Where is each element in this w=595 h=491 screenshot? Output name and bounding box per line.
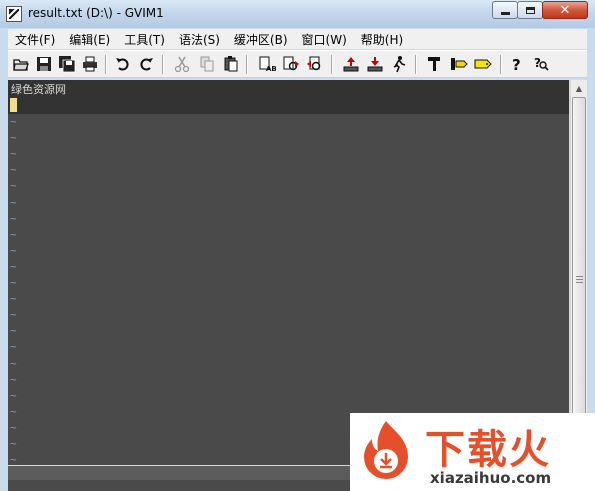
gvim-app-icon[interactable] <box>6 6 22 22</box>
toolbar: AB ? ? <box>8 50 587 78</box>
watermark-site: xiazaihuo.com <box>430 469 552 487</box>
make-icon[interactable] <box>424 54 444 74</box>
find-replace-icon[interactable]: AB <box>257 54 277 74</box>
flame-logo-icon <box>364 421 408 479</box>
empty-line-marker: ~ <box>10 147 17 160</box>
empty-line-marker: ~ <box>10 244 17 257</box>
empty-line-marker: ~ <box>10 340 17 353</box>
empty-line-marker: ~ <box>10 308 17 321</box>
print-icon[interactable] <box>80 54 100 74</box>
text-cursor <box>10 98 17 112</box>
empty-line-marker: ~ <box>10 292 17 305</box>
find-help-icon[interactable]: ? <box>531 54 551 74</box>
menu-window[interactable]: 窗口(W) <box>295 31 354 48</box>
find-prev-icon[interactable] <box>305 54 325 74</box>
empty-line-marker: ~ <box>10 131 17 144</box>
empty-line-marker: ~ <box>10 357 17 370</box>
watermark: 下载火 xiazaihuo.com <box>350 413 595 491</box>
empty-line-marker: ~ <box>10 228 17 241</box>
scrollbar-thumb[interactable] <box>572 97 586 463</box>
watermark-brand: 下载火 <box>425 427 551 473</box>
load-session-icon[interactable] <box>341 54 361 74</box>
copy-icon[interactable] <box>197 54 217 74</box>
empty-line-marker: ~ <box>10 389 17 402</box>
minimize-button[interactable] <box>492 1 518 19</box>
editor-line[interactable]: 绿色资源网 <box>8 80 569 96</box>
cursor-line[interactable] <box>8 96 569 114</box>
menu-bar: 文件(F) 编辑(E) 工具(T) 语法(S) 缓冲区(B) 窗口(W) 帮助(… <box>8 29 587 49</box>
jump-tag-icon[interactable] <box>473 54 493 74</box>
grip-icon <box>576 276 583 283</box>
maximize-icon <box>525 6 535 14</box>
paste-icon[interactable] <box>221 54 241 74</box>
empty-line-marker: ~ <box>10 405 17 418</box>
save-session-icon[interactable] <box>365 54 385 74</box>
menu-buffers[interactable]: 缓冲区(B) <box>227 31 295 48</box>
save-icon[interactable] <box>34 54 54 74</box>
save-all-icon[interactable] <box>57 54 77 74</box>
run-ctags-icon[interactable] <box>449 54 469 74</box>
empty-line-marker: ~ <box>10 163 17 176</box>
empty-line-marker: ~ <box>10 260 17 273</box>
empty-line-marker: ~ <box>10 453 17 465</box>
empty-line-marker: ~ <box>10 196 17 209</box>
undo-icon[interactable] <box>113 54 133 74</box>
svg-text:?: ? <box>512 56 521 73</box>
svg-text:AB: AB <box>266 65 276 73</box>
empty-line-marker: ~ <box>10 276 17 289</box>
empty-line-marker: ~ <box>10 324 17 337</box>
empty-line-marker: ~ <box>10 212 17 225</box>
menu-edit[interactable]: 编辑(E) <box>62 31 117 48</box>
close-button[interactable]: ✕ <box>542 1 588 19</box>
empty-line-marker: ~ <box>10 179 17 192</box>
editor-area[interactable]: 绿色资源网 ~ ~ ~ ~ ~ ~ ~ ~ ~ ~ ~ ~ ~ ~ ~ ~ ~ ~ ~ ~ ~ ~ <box>8 80 569 465</box>
menu-tools[interactable]: 工具(T) <box>117 31 172 48</box>
minimize-icon <box>500 12 510 15</box>
empty-line-marker: ~ <box>10 437 17 450</box>
menu-help[interactable]: 帮助(H) <box>354 31 410 48</box>
line-text: 绿色资源网 <box>11 83 66 96</box>
menu-file[interactable]: 文件(F) <box>8 31 62 48</box>
run-script-icon[interactable] <box>389 54 409 74</box>
empty-line-marker: ~ <box>10 421 17 434</box>
empty-line-marker: ~ <box>10 373 17 386</box>
window-title: result.txt (D:\) - GVIM1 <box>28 6 164 20</box>
close-icon: ✕ <box>559 2 571 18</box>
find-next-icon[interactable] <box>281 54 301 74</box>
redo-icon[interactable] <box>136 54 156 74</box>
menu-syntax[interactable]: 语法(S) <box>172 31 227 48</box>
empty-line-marker: ~ <box>10 115 17 128</box>
help-icon[interactable]: ? <box>506 54 526 74</box>
cut-icon[interactable] <box>172 54 192 74</box>
scroll-up-icon[interactable]: ▲ <box>571 80 587 96</box>
open-icon[interactable] <box>11 54 31 74</box>
maximize-button[interactable] <box>517 1 543 19</box>
title-bar: result.txt (D:\) - GVIM1 ✕ <box>0 0 595 28</box>
